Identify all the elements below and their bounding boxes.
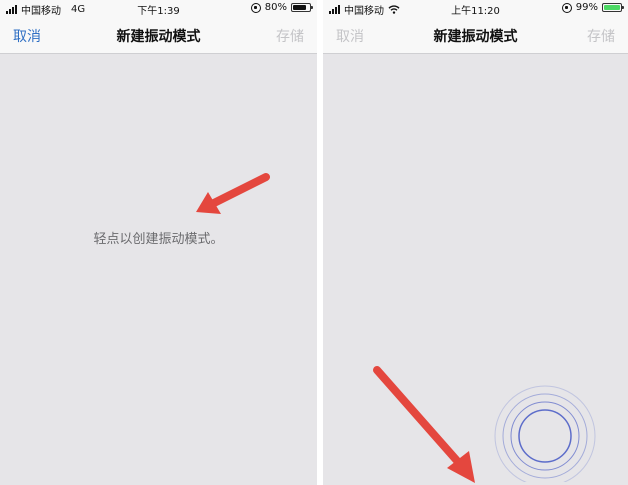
touch-ripple-icon bbox=[494, 385, 596, 482]
right-screen: 中国移动 上午11:20 99% 取消 新建振动模式 存储 bbox=[323, 0, 628, 485]
left-screen: 中国移动 4G 下午1:39 80% 取消 新建振动模式 存储 轻点以创建振动模… bbox=[0, 0, 317, 485]
annotation-arrow-icon bbox=[196, 173, 270, 214]
